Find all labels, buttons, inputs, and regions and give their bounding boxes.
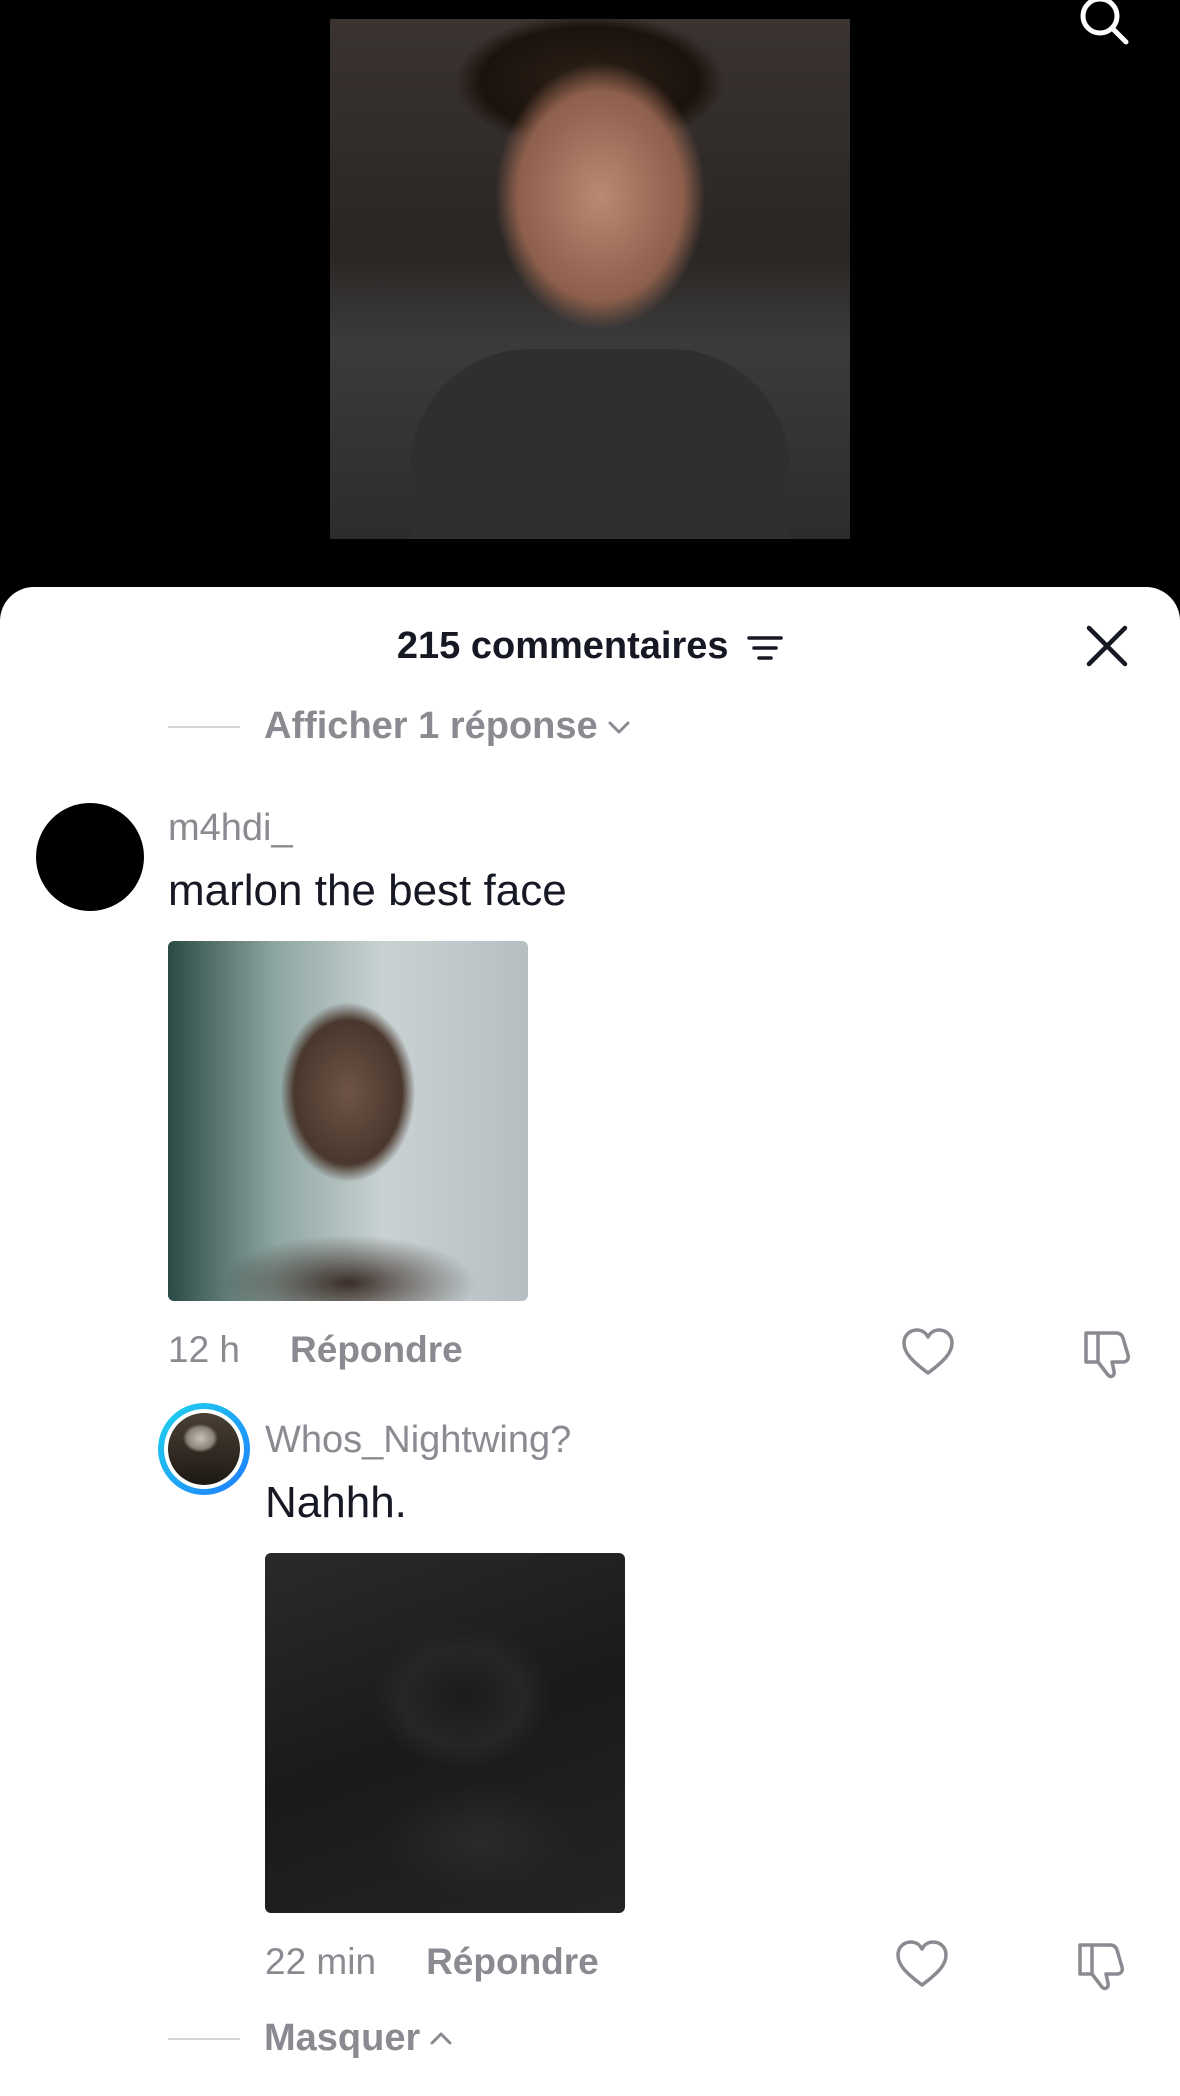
filter-icon[interactable] <box>747 633 783 663</box>
comments-header: 215 commentaires <box>0 587 1180 707</box>
video-area[interactable] <box>0 0 1180 600</box>
avatar-m4hdi[interactable] <box>36 803 144 911</box>
dislike-icon[interactable] <box>1080 1325 1136 1381</box>
close-icon[interactable] <box>1084 623 1130 669</box>
show-replies-label: Afficher 1 réponse <box>264 705 598 747</box>
search-icon[interactable] <box>1076 0 1132 48</box>
divider-line <box>168 725 240 728</box>
avatar-image <box>168 1413 240 1485</box>
reply-reply-button[interactable]: Répondre <box>426 1941 599 1983</box>
comments-sheet: 215 commentaires Afficher 1 réponse m4hd… <box>0 587 1180 2096</box>
show-replies-button[interactable]: Afficher 1 réponse <box>168 705 632 748</box>
reply-image[interactable] <box>265 1553 625 1913</box>
reply-button[interactable]: Répondre <box>290 1329 463 1371</box>
avatar-ring-gap <box>164 1409 244 1489</box>
hide-replies-button[interactable]: Masquer <box>168 2017 454 2060</box>
avatar-whos-nightwing[interactable] <box>158 1403 250 1495</box>
chevron-down-icon <box>608 721 630 733</box>
comment-time: 12 h <box>168 1329 241 1370</box>
heart-icon[interactable] <box>900 1325 956 1381</box>
reply-text: Nahhh. <box>265 1478 407 1527</box>
hide-replies-label: Masquer <box>264 2017 421 2059</box>
reply-time: 22 min <box>265 1941 377 1982</box>
comment-image[interactable] <box>168 941 528 1301</box>
divider-line <box>168 2037 240 2040</box>
reply-meta-row: 22 min Répondre <box>265 1941 599 1983</box>
chevron-up-icon <box>430 2032 452 2044</box>
comment-text: marlon the best face <box>168 866 567 915</box>
reply-username[interactable]: Whos_Nightwing? <box>265 1419 571 1462</box>
heart-icon[interactable] <box>894 1937 950 1993</box>
comment-username[interactable]: m4hdi_ <box>168 807 293 850</box>
video-thumbnail[interactable] <box>330 19 850 539</box>
comment-count-label: 215 commentaires <box>396 625 729 667</box>
comment-count-title[interactable]: 215 commentaires <box>0 625 1180 668</box>
comment-meta-row: 12 h Répondre <box>168 1329 463 1371</box>
dislike-icon[interactable] <box>1074 1937 1130 1993</box>
